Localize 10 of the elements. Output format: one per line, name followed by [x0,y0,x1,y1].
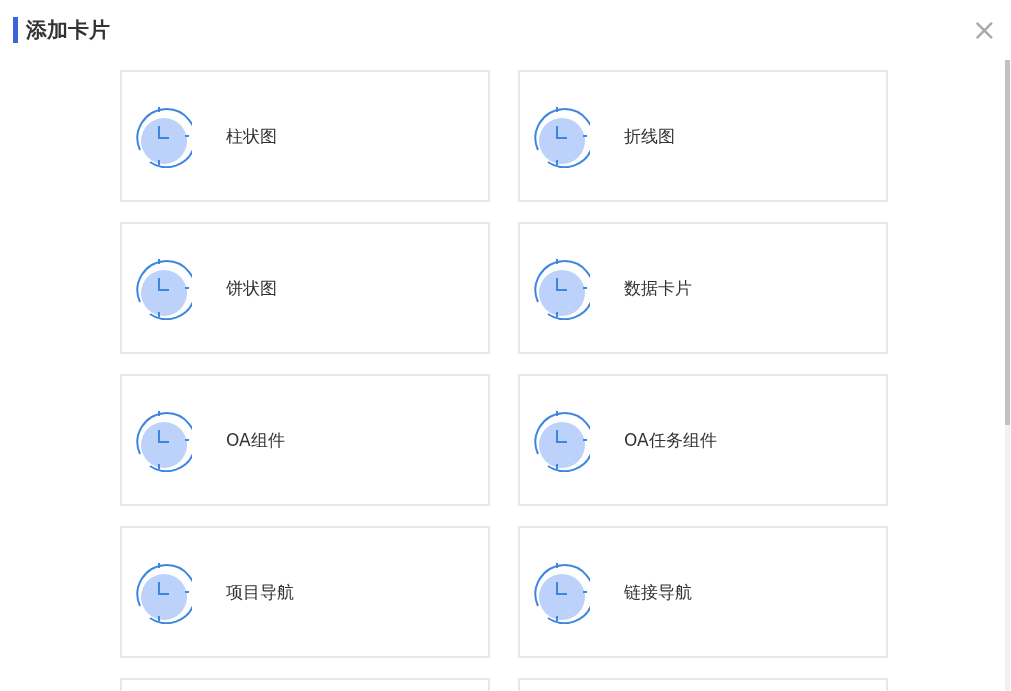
card-option[interactable]: 链接导航 [518,526,888,658]
card-option[interactable]: 项目导航 [120,526,490,658]
dialog-title: 添加卡片 [13,17,110,43]
card-option[interactable]: 折线图 [518,70,888,202]
card-option[interactable]: 数据卡片 [518,222,888,354]
card-option[interactable]: OA任务组件 [518,374,888,506]
card-option[interactable]: 饼状图 [120,222,490,354]
card-option[interactable]: OA组件 [120,374,490,506]
scrollbar[interactable] [1005,60,1010,691]
card-option[interactable]: 柱状图 [120,70,490,202]
